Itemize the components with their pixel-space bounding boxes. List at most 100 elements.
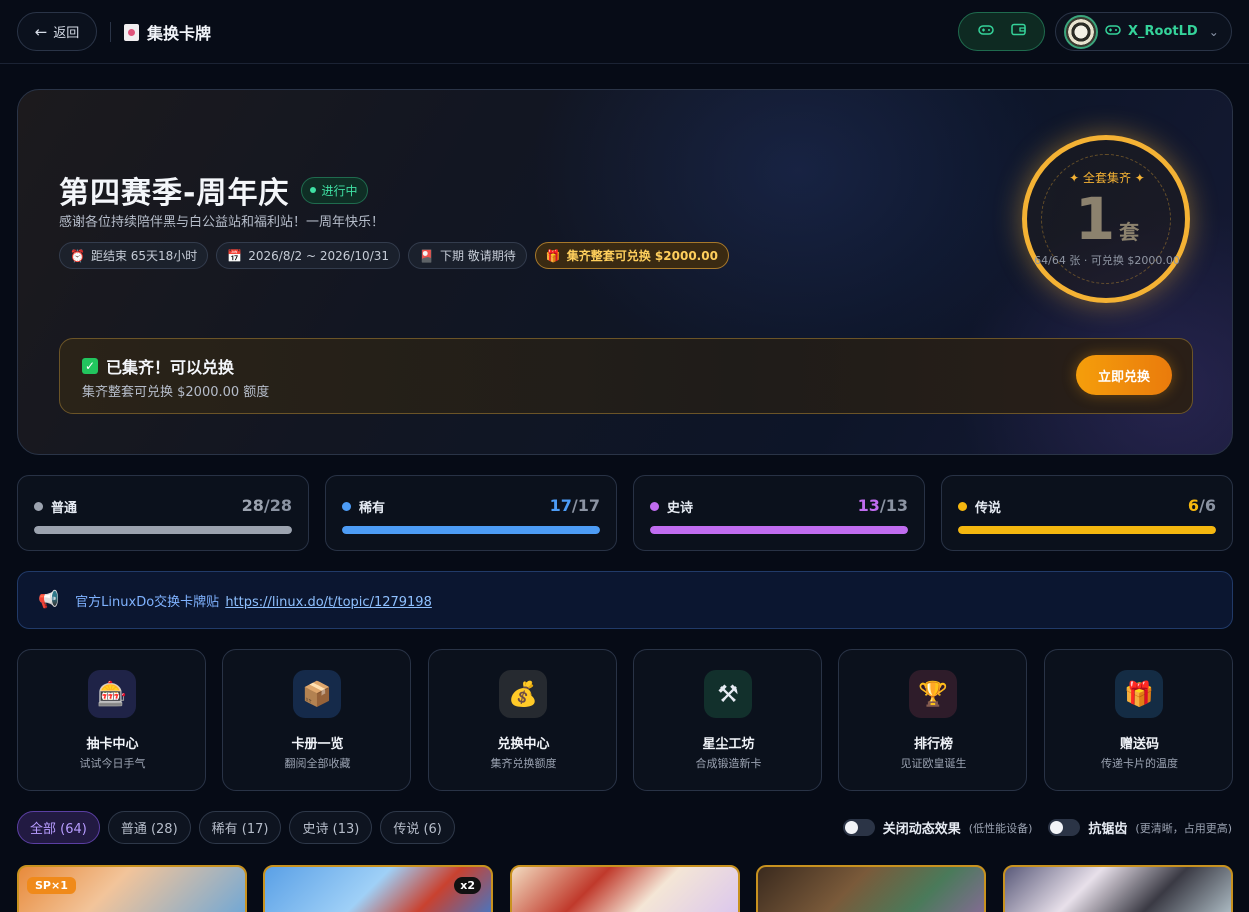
hammer-pick-icon: ⚒ <box>704 670 752 718</box>
feature-title: 星尘工坊 <box>702 737 755 752</box>
rarity-progress-fill <box>650 526 908 534</box>
feature-leaderboard[interactable]: 🏆 排行榜 见证欧皇诞生 <box>838 649 1027 791</box>
feature-title: 赠送码 <box>1119 737 1159 752</box>
rarity-legendary: 传说 6/6 <box>941 475 1233 551</box>
card-thumbnail[interactable] <box>1003 865 1233 912</box>
announcement-link[interactable]: https://linux.do/t/topic/1279198 <box>225 595 432 610</box>
feature-subtitle: 合成锻造新卡 <box>695 757 762 770</box>
rarity-have: 13 <box>857 496 880 515</box>
wallet-icon[interactable] <box>1010 23 1026 40</box>
redeem-title: 已集齐！可以兑换 <box>106 358 235 377</box>
calendar-icon: 📅 <box>227 248 243 263</box>
alarm-clock-icon: ⏰ <box>70 248 85 263</box>
rarity-count: 28/28 <box>242 496 292 515</box>
status-text: 进行中 <box>321 183 358 198</box>
feature-redeem-center[interactable]: 💰 兑换中心 集齐兑换额度 <box>428 649 617 791</box>
rarity-count: 17/17 <box>550 496 600 515</box>
check-icon: ✓ <box>82 358 98 374</box>
toggle-switch[interactable] <box>1048 819 1081 836</box>
announcement-text: 官方LinuxDo交换卡牌贴 https://linux.do/t/topic/… <box>75 591 432 610</box>
rarity-total: /17 <box>571 496 600 515</box>
ring-count: 1 <box>1074 185 1116 253</box>
rarity-progress-fill <box>342 526 600 534</box>
season-title: 第四赛季-周年庆 <box>59 176 290 211</box>
toggle-label: 抗锯齿 <box>1088 822 1128 837</box>
feature-draw-center[interactable]: 🎰 抽卡中心 试试今日手气 <box>17 649 206 791</box>
ring-footer: 64/64 张 · 可兑换 $2000.00 <box>1034 254 1180 267</box>
toggle-label: 关闭动态效果 <box>882 822 961 837</box>
filter-common[interactable]: 普通 (28) <box>107 811 191 844</box>
feature-title: 兑换中心 <box>497 737 550 752</box>
chip-text: 下期 敬请期待 <box>439 249 516 263</box>
rarity-dot-icon <box>34 502 43 511</box>
gift-icon: 🎁 <box>1115 670 1163 718</box>
rarity-total: /28 <box>263 496 292 515</box>
chip-next-season: 🎴 下期 敬请期待 <box>408 242 527 269</box>
rarity-have: 28 <box>241 496 264 515</box>
gamepad-icon[interactable] <box>977 24 994 40</box>
package-icon: 📦 <box>293 670 341 718</box>
rarity-count: 6/6 <box>1188 496 1216 515</box>
chip-text: 2026/8/2 ~ 2026/10/31 <box>248 248 390 263</box>
rarity-progress <box>342 526 600 534</box>
feature-title: 抽卡中心 <box>86 737 139 752</box>
feature-gift-code[interactable]: 🎁 赠送码 传递卡片的温度 <box>1044 649 1233 791</box>
rarity-have: 6 <box>1187 496 1200 515</box>
toggle-antialias[interactable]: 抗锯齿 (更清晰，占用更高) <box>1048 818 1232 837</box>
filter-legendary[interactable]: 传说 (6) <box>380 811 455 844</box>
chevron-down-icon: ⌄ <box>1208 24 1219 39</box>
completion-ring: ✦ 全套集齐 ✦ 1套 64/64 张 · 可兑换 $2000.00 <box>1018 131 1196 309</box>
chip-reward: 🎁 集齐整套可兑换 $2000.00 <box>534 242 729 269</box>
user-menu[interactable]: X_RootLD ⌄ <box>1055 12 1232 51</box>
filter-all[interactable]: 全部 (64) <box>17 811 100 844</box>
rarity-total: /13 <box>879 496 908 515</box>
card-tag: SP×1 <box>27 877 76 894</box>
display-toggles: 关闭动态效果 (低性能设备) 抗锯齿 (更清晰，占用更高) <box>842 818 1232 837</box>
chip-dates: 📅 2026/8/2 ~ 2026/10/31 <box>216 242 401 269</box>
announcement-label: 官方LinuxDo交换卡牌贴 <box>75 594 220 610</box>
rarity-label: 稀有 <box>359 501 386 516</box>
top-bar: ← 返回 集换卡牌 X_RootLD ⌄ <box>0 0 1249 64</box>
season-hero: 第四赛季-周年庆 进行中 感谢各位持续陪伴黑与白公益站和福利站！一周年快乐！ ⏰… <box>17 89 1233 455</box>
rarity-name: 传说 <box>958 497 1001 516</box>
feature-subtitle: 翻阅全部收藏 <box>284 757 351 770</box>
feature-card-album[interactable]: 📦 卡册一览 翻阅全部收藏 <box>222 649 411 791</box>
redeem-now-button[interactable]: 立即兑换 <box>1076 355 1172 395</box>
divider <box>110 22 111 42</box>
rarity-count: 13/13 <box>858 496 908 515</box>
feature-subtitle: 见证欧皇诞生 <box>900 757 967 770</box>
card-thumbnail[interactable] <box>510 865 740 912</box>
rarity-label: 史诗 <box>667 501 694 516</box>
feature-title: 排行榜 <box>913 737 953 752</box>
rarity-progress <box>34 526 292 534</box>
ring-label: ✦ 全套集齐 ✦ <box>1069 171 1145 185</box>
rarity-epic: 史诗 13/13 <box>633 475 925 551</box>
card-thumbnail[interactable]: SP×1 <box>17 865 247 912</box>
rarity-name: 史诗 <box>650 497 693 516</box>
rarity-name: 普通 <box>34 497 77 516</box>
filter-rare[interactable]: 稀有 (17) <box>198 811 282 844</box>
season-subtitle: 感谢各位持续陪伴黑与白公益站和福利站！一周年快乐！ <box>59 215 385 230</box>
feature-stardust-workshop[interactable]: ⚒ 星尘工坊 合成锻造新卡 <box>633 649 822 791</box>
card-thumbnail[interactable] <box>756 865 986 912</box>
card-thumbnail[interactable]: x2 <box>263 865 493 912</box>
filter-epic[interactable]: 史诗 (13) <box>289 811 373 844</box>
toggle-switch[interactable] <box>842 819 875 836</box>
back-label: 返回 <box>53 26 80 41</box>
rarity-filter-tabs: 全部 (64) 普通 (28) 稀有 (17) 史诗 (13) 传说 (6) <box>17 811 455 844</box>
rarity-label: 传说 <box>975 501 1002 516</box>
rarity-total: /6 <box>1199 496 1216 515</box>
rarity-dot-icon <box>342 502 351 511</box>
toggle-disable-animation[interactable]: 关闭动态效果 (低性能设备) <box>842 818 1032 837</box>
arrow-left-icon: ← <box>34 22 48 41</box>
money-bag-icon: 💰 <box>499 670 547 718</box>
announcement-banner: 📢 官方LinuxDo交换卡牌贴 https://linux.do/t/topi… <box>17 571 1233 629</box>
back-button[interactable]: ← 返回 <box>17 12 97 51</box>
avatar <box>1064 14 1098 49</box>
redeem-panel: ✓ 已集齐！可以兑换 集齐整套可兑换 $2000.00 额度 立即兑换 <box>59 338 1193 414</box>
gift-icon: 🎁 <box>545 248 561 263</box>
ring-unit: 套 <box>1119 220 1140 244</box>
feature-subtitle: 集齐兑换额度 <box>490 757 557 770</box>
rarity-common: 普通 28/28 <box>17 475 309 551</box>
feature-title: 卡册一览 <box>291 737 344 752</box>
